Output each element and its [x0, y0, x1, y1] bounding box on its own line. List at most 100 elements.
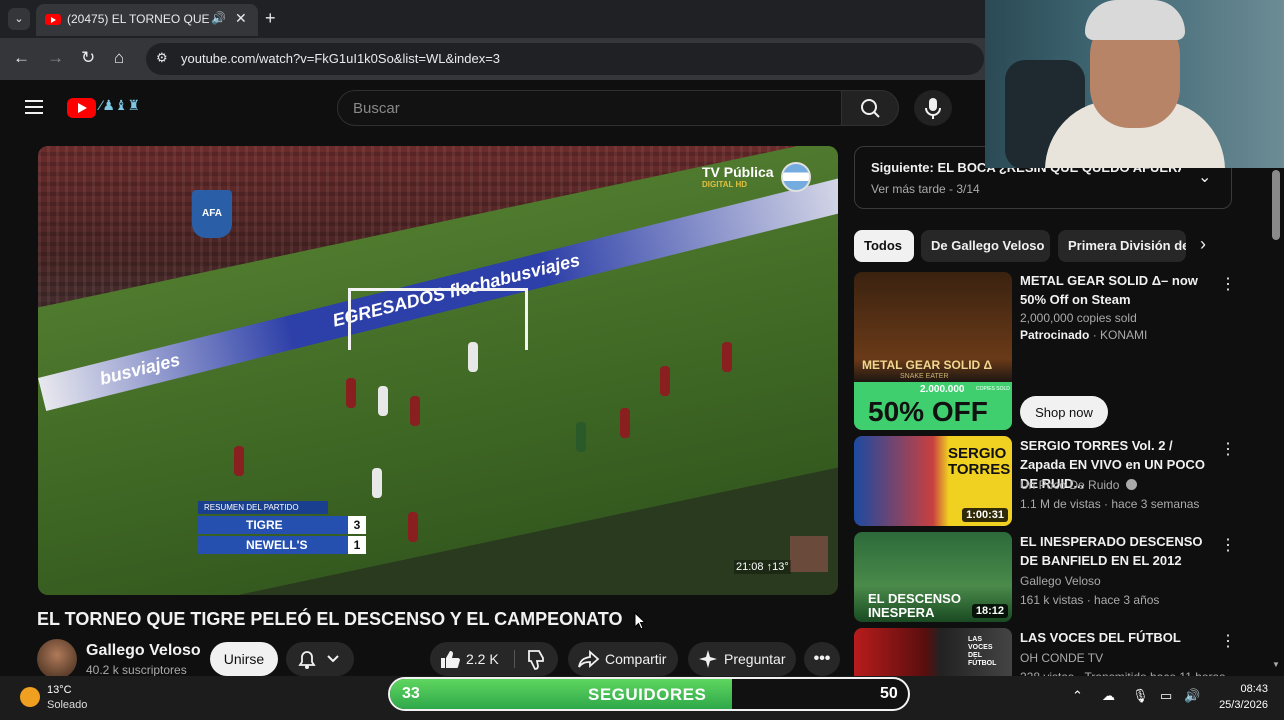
broadcast-corner-image	[790, 536, 828, 572]
afa-logo: AFA	[192, 190, 232, 238]
player	[576, 422, 586, 452]
cloud-sync-icon[interactable]: ☁	[1102, 688, 1115, 704]
join-button[interactable]: Unirse	[210, 642, 278, 676]
video-thumbnail[interactable]: SERGIO TORRES 1:00:31	[854, 436, 1012, 526]
video-player[interactable]: busviajes EGRESADOS flechabusviajes AFA …	[38, 146, 838, 595]
dislike-button[interactable]	[524, 649, 546, 671]
youtube-logo[interactable]	[67, 98, 96, 118]
player	[468, 342, 478, 372]
player	[378, 386, 388, 416]
ask-button[interactable]: Preguntar	[688, 642, 796, 676]
mouse-cursor-icon	[634, 612, 646, 630]
player	[410, 396, 420, 426]
address-bar[interactable]: ⚙ youtube.com/watch?v=FkG1uI1k0So&list=W…	[146, 43, 984, 75]
ad-sponsor: Patrocinado · KONAMI	[1020, 328, 1147, 342]
tray-chevron-icon[interactable]: ⌃	[1072, 688, 1083, 704]
share-button[interactable]: Compartir	[568, 642, 678, 676]
like-count[interactable]: 2.2 K	[466, 651, 499, 667]
broadcaster-name: TV Pública	[702, 164, 774, 180]
video-title-link[interactable]: LAS VOCES DEL FÚTBOL	[1020, 628, 1210, 647]
sun-icon[interactable]	[20, 687, 40, 707]
ad-menu-icon[interactable]: ⋮	[1220, 274, 1236, 294]
broadcaster-sub: DIGITAL HD	[702, 180, 748, 189]
url-text[interactable]: youtube.com/watch?v=FkG1uI1k0So&list=WL&…	[181, 51, 500, 66]
more-actions-button[interactable]: •••	[804, 642, 840, 676]
voice-search-button[interactable]	[914, 90, 952, 126]
network-icon[interactable]: ▭	[1160, 688, 1172, 704]
follower-goal-label: SEGUIDORES	[588, 685, 707, 704]
queue-playlist-info: Ver más tarde - 3/14	[871, 182, 980, 196]
chevron-down-icon[interactable]: ⌄	[1198, 167, 1211, 187]
video-menu-icon[interactable]: ⋮	[1220, 439, 1236, 459]
notifications-button[interactable]	[286, 642, 354, 676]
video-thumbnail[interactable]: LAS VOCES DEL FÚTBOL	[854, 628, 1012, 676]
thumbs-up-icon	[441, 651, 460, 668]
video-menu-icon[interactable]: ⋮	[1220, 535, 1236, 555]
broadcaster-logo: TV Pública DIGITAL HD	[702, 164, 774, 189]
follower-goal-bar: 33 SEGUIDORES 50	[388, 677, 910, 711]
back-arrow-icon[interactable]: ←	[13, 48, 30, 68]
search-icon	[861, 99, 880, 118]
ad-info: 2,000,000 copies sold	[1020, 311, 1137, 325]
chip-todos[interactable]: Todos	[854, 230, 914, 262]
channel-name-link[interactable]: OH CONDE TV	[1020, 651, 1103, 665]
shop-now-button[interactable]: Shop now	[1020, 396, 1108, 428]
chip-primera-division[interactable]: Primera División de	[1058, 230, 1186, 262]
sparkle-icon	[699, 650, 717, 668]
video-menu-icon[interactable]: ⋮	[1220, 631, 1236, 651]
ad-copies-sold: 2.000.000	[920, 384, 965, 395]
scroll-down-icon[interactable]: ▼	[1272, 660, 1280, 669]
weather-temperature[interactable]: 13°C	[47, 684, 72, 696]
ad-discount-banner: 2.000.000 COPIES SOLD 50% OFF	[854, 382, 1012, 430]
browser-tab-active[interactable]: (20475) EL TORNEO QUE TI 🔊 ✕	[36, 4, 258, 36]
player	[660, 366, 670, 396]
audio-playing-icon[interactable]: 🔊	[211, 11, 226, 25]
like-button[interactable]	[438, 648, 462, 670]
forward-arrow-icon[interactable]: →	[47, 48, 64, 68]
clock-time[interactable]: 08:43	[1212, 683, 1268, 695]
like-dislike-group: 2.2 K	[430, 642, 558, 676]
video-title: EL TORNEO QUE TIGRE PELEÓ EL DESCENSO Y …	[37, 609, 623, 629]
site-info-icon[interactable]: ⚙	[156, 50, 168, 66]
goal-frame	[348, 288, 528, 350]
video-title-link[interactable]: EL INESPERADO DESCENSO DE BANFIELD EN EL…	[1020, 532, 1210, 570]
search-input[interactable]: Buscar	[337, 90, 842, 126]
search-placeholder: Buscar	[353, 100, 400, 117]
page-scrollbar[interactable]	[1272, 170, 1280, 240]
streamer-webcam	[985, 0, 1284, 168]
team-name: NEWELL'S	[246, 538, 308, 552]
channel-name[interactable]: Gallego Veloso	[86, 642, 201, 660]
scoreboard-header: RESUMEN DEL PARTIDO	[198, 501, 328, 514]
reload-icon[interactable]: ↻	[81, 48, 95, 68]
player	[346, 378, 356, 408]
microphone-icon[interactable]: 🎙	[1132, 688, 1149, 704]
channel-name-link[interactable]: Un Poco De Ruido	[1020, 478, 1137, 492]
like-separator	[514, 650, 515, 668]
ad-title[interactable]: METAL GEAR SOLID Δ– now 50% Off on Steam	[1020, 271, 1210, 309]
chevron-right-icon[interactable]: ›	[1200, 234, 1206, 255]
rec-channel-name: Un Poco De Ruido	[1020, 478, 1120, 492]
thumbnail-text: SERGIO TORRES	[948, 445, 1011, 478]
tab-search-button[interactable]: ⌄	[8, 8, 30, 30]
home-icon[interactable]: ⌂	[114, 48, 124, 68]
new-tab-button[interactable]: +	[265, 8, 276, 28]
menu-hamburger-icon[interactable]	[25, 100, 43, 114]
close-tab-icon[interactable]: ✕	[235, 10, 247, 27]
clock-date[interactable]: 25/3/2026	[1212, 699, 1268, 711]
channel-name-link[interactable]: Gallego Veloso	[1020, 574, 1101, 588]
broadcast-clock: 21:08 ↑13°	[734, 560, 791, 574]
weather-condition[interactable]: Soleado	[47, 699, 87, 711]
thumbnail-text: EL DESCENSO INESPERA	[868, 591, 961, 620]
chip-channel[interactable]: De Gallego Veloso	[921, 230, 1050, 262]
channel-avatar[interactable]	[37, 639, 77, 679]
mic-icon	[925, 98, 941, 119]
youtube-favicon-icon	[45, 14, 61, 25]
match-scoreboard: RESUMEN DEL PARTIDO TIGRE 3 NEWELL'S 1	[198, 501, 366, 554]
search-button[interactable]	[841, 90, 899, 126]
webcam-hair	[1085, 0, 1185, 40]
volume-icon[interactable]: 🔊	[1184, 688, 1200, 704]
ad-thumbnail[interactable]: METAL GEAR SOLID Δ SNAKE EATER 2.000.000…	[854, 272, 1012, 430]
logo-doodle-icon[interactable]: ⁄♟♝♜	[100, 97, 140, 114]
video-thumbnail[interactable]: EL DESCENSO INESPERA 18:12	[854, 532, 1012, 622]
score-row: NEWELL'S 1	[198, 536, 366, 554]
